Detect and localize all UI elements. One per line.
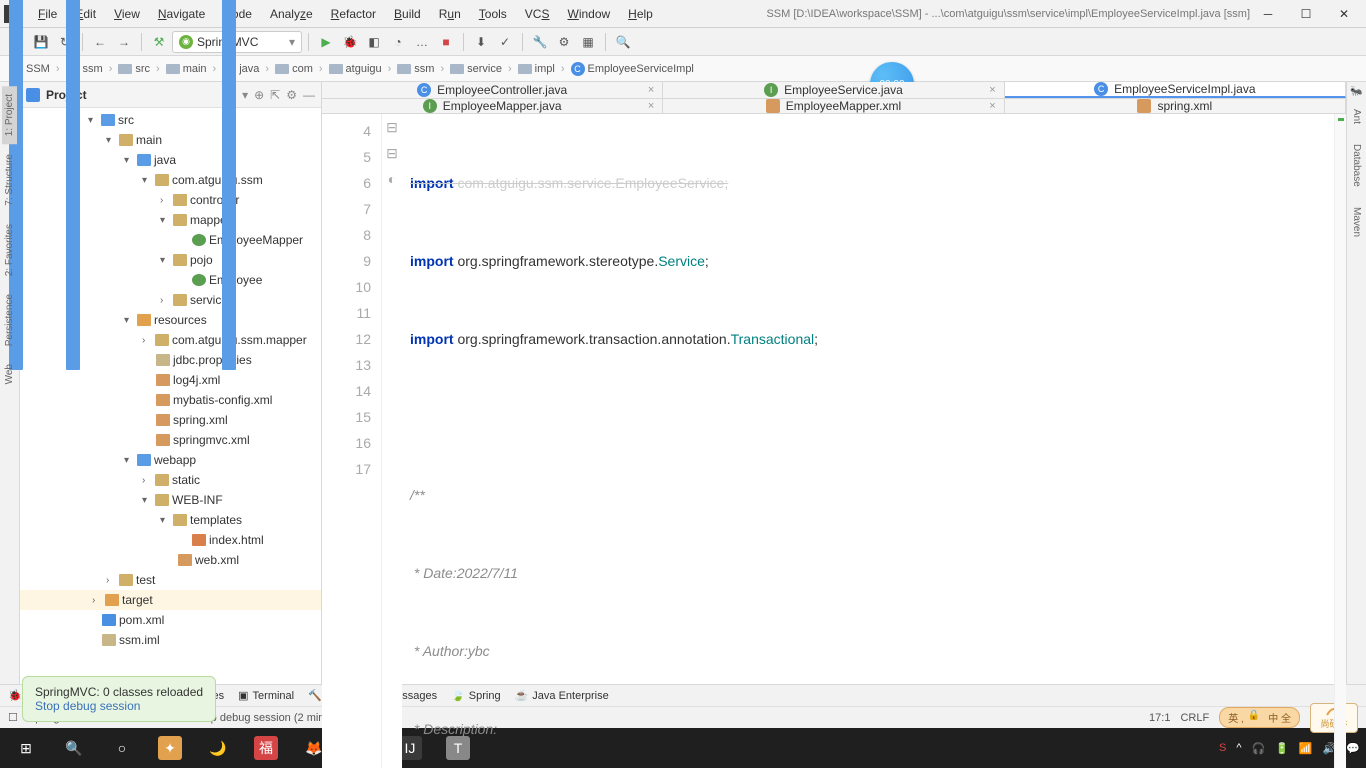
side-tab-maven[interactable]: Maven [1349,199,1364,245]
app-3[interactable]: 福 [246,728,286,768]
main-area: 1: Project 7: Structure 2: Favorites Per… [0,82,1366,684]
stop-button[interactable]: ■ [435,31,457,53]
start-button[interactable]: ⊞ [6,728,46,768]
main-toolbar: 📂 💾 ↻ ← → ⚒ ◉ SpringMVC ▾ ▶ 🐞 ◧ ◔ … ■ ⬇ … [0,28,1366,56]
hotswap-notification: SpringMVC: 0 classes reloaded Stop debug… [22,676,216,722]
tray-notifications-icon[interactable]: 💬 [1346,742,1360,755]
bc-ssm3[interactable]: ssm [394,61,437,77]
attach-button[interactable]: … [411,31,433,53]
window-title: SSM [D:\IDEA\workspace\SSM] - ...\com\at… [766,8,1250,20]
close-icon[interactable]: × [989,100,995,112]
profile-button[interactable]: ◔ [387,31,409,53]
bc-main[interactable]: main [163,61,210,77]
menu-view[interactable]: View [106,4,148,24]
search-button[interactable]: 🔍 [54,728,94,768]
back-icon[interactable]: ← [89,31,111,53]
run-config-selector[interactable]: ◉ SpringMVC ▾ [172,31,302,53]
fold-column[interactable]: ⊟⊟◐ [382,114,402,768]
title-bar: FFileile Edit View Navigate Code Analyze… [0,0,1366,28]
close-icon[interactable]: × [648,100,654,112]
side-tab-persistence[interactable]: Persistence [2,286,17,354]
menu-build[interactable]: Build [386,4,429,24]
settings-icon[interactable]: ⚙ [553,31,575,53]
menu-analyze[interactable]: Analyze [262,4,321,24]
project-window-icon [26,88,40,102]
run-button[interactable]: ▶ [315,31,337,53]
menu-run[interactable]: Run [431,4,469,24]
bc-service[interactable]: service [447,61,505,77]
notification-text: SpringMVC: 0 classes reloaded [35,685,203,699]
close-icon[interactable]: × [648,84,654,96]
editor-tabs-row2: IEmployeeMapper.java× EmployeeMapper.xml… [322,99,1346,114]
vcs-update-icon[interactable]: ⬇ [470,31,492,53]
menu-tools[interactable]: Tools [471,4,515,24]
side-tab-favorites[interactable]: 2: Favorites [2,216,17,284]
menu-vcs[interactable]: VCS [517,4,558,24]
inspection-marker [1338,118,1344,121]
build-icon[interactable]: ⚒ [148,31,170,53]
terminal-panel-button[interactable]: ▣ Terminal [238,689,294,702]
breadcrumb: SSM› ssm› src› main› java› com› atguigu›… [0,56,1366,82]
expand-all-icon[interactable]: ⇱ [270,88,280,102]
app-1[interactable]: ✦ [150,728,190,768]
bc-com[interactable]: com [272,61,316,77]
gear-icon[interactable]: ⚙ [286,88,297,102]
tab-employee-service[interactable]: IEmployeeService.java× [663,82,1004,98]
debug-button[interactable]: 🐞 [339,31,361,53]
structure-icon[interactable]: ▦ [577,31,599,53]
line-gutter: 4567891011121314151617 [322,114,382,768]
close-icon[interactable]: × [989,84,995,96]
wrench-icon[interactable]: 🔧 [529,31,551,53]
window-controls: ─ ☐ ✕ [1250,2,1362,26]
coverage-button[interactable]: ◧ [363,31,385,53]
bc-class[interactable]: CEmployeeServiceImpl [568,60,697,78]
editor-tabs-row1: CEmployeeController.java× IEmployeeServi… [322,82,1346,99]
search-icon[interactable]: 🔍 [612,31,634,53]
save-icon[interactable]: 💾 [30,31,52,53]
side-tab-database[interactable]: Database [1349,136,1364,195]
code-editor[interactable]: 4567891011121314151617 ⊟⊟◐ import com.at… [322,114,1346,768]
forward-icon[interactable]: → [113,31,135,53]
ant-icon[interactable]: 🐜 [1350,86,1362,97]
minimize-button[interactable]: ─ [1250,2,1286,26]
spring-icon: ◉ [179,35,193,49]
tab-employee-mapper-xml[interactable]: EmployeeMapper.xml× [663,99,1004,113]
bc-impl[interactable]: impl [515,61,558,77]
side-tab-structure[interactable]: 7: Structure [2,146,17,214]
vcs-commit-icon[interactable]: ✓ [494,31,516,53]
close-button[interactable]: ✕ [1326,2,1362,26]
tab-spring-xml[interactable]: spring.xml [1005,99,1346,113]
maximize-button[interactable]: ☐ [1288,2,1324,26]
menu-navigate[interactable]: Navigate [150,4,213,24]
tab-employee-service-impl[interactable]: CEmployeeServiceImpl.java [1005,82,1346,98]
app-2[interactable]: 🌙 [198,728,238,768]
bc-atguigu[interactable]: atguigu [326,61,385,77]
editor-scrollbar-rail[interactable] [1334,114,1346,768]
side-tab-ant[interactable]: Ant [1349,101,1364,132]
editor-pane: CEmployeeController.java× IEmployeeServi… [322,82,1346,684]
tab-employee-mapper-java[interactable]: IEmployeeMapper.java× [322,99,663,113]
stop-debug-link[interactable]: Stop debug session [35,699,203,713]
menu-refactor[interactable]: Refactor [323,4,384,24]
right-tool-strip: 🐜 Ant Database Maven [1346,82,1366,684]
select-opened-icon[interactable]: ⊕ [254,88,264,102]
side-tab-project[interactable]: 1: Project [2,86,17,144]
side-tab-web[interactable]: Web [2,356,17,392]
code-area[interactable]: import com.atguigu.ssm.service.EmployeeS… [402,114,1334,768]
menu-window[interactable]: Window [559,4,618,24]
cortana-button[interactable]: ○ [102,728,142,768]
hide-icon[interactable]: — [303,88,315,102]
bc-src[interactable]: src [115,61,153,77]
tab-employee-controller[interactable]: CEmployeeController.java× [322,82,663,98]
status-window-icon[interactable]: ☐ [8,711,18,724]
view-mode-dropdown[interactable]: ▾ [242,88,248,102]
menu-bar: FFileile Edit View Navigate Code Analyze… [30,4,756,24]
menu-help[interactable]: Help [620,4,661,24]
